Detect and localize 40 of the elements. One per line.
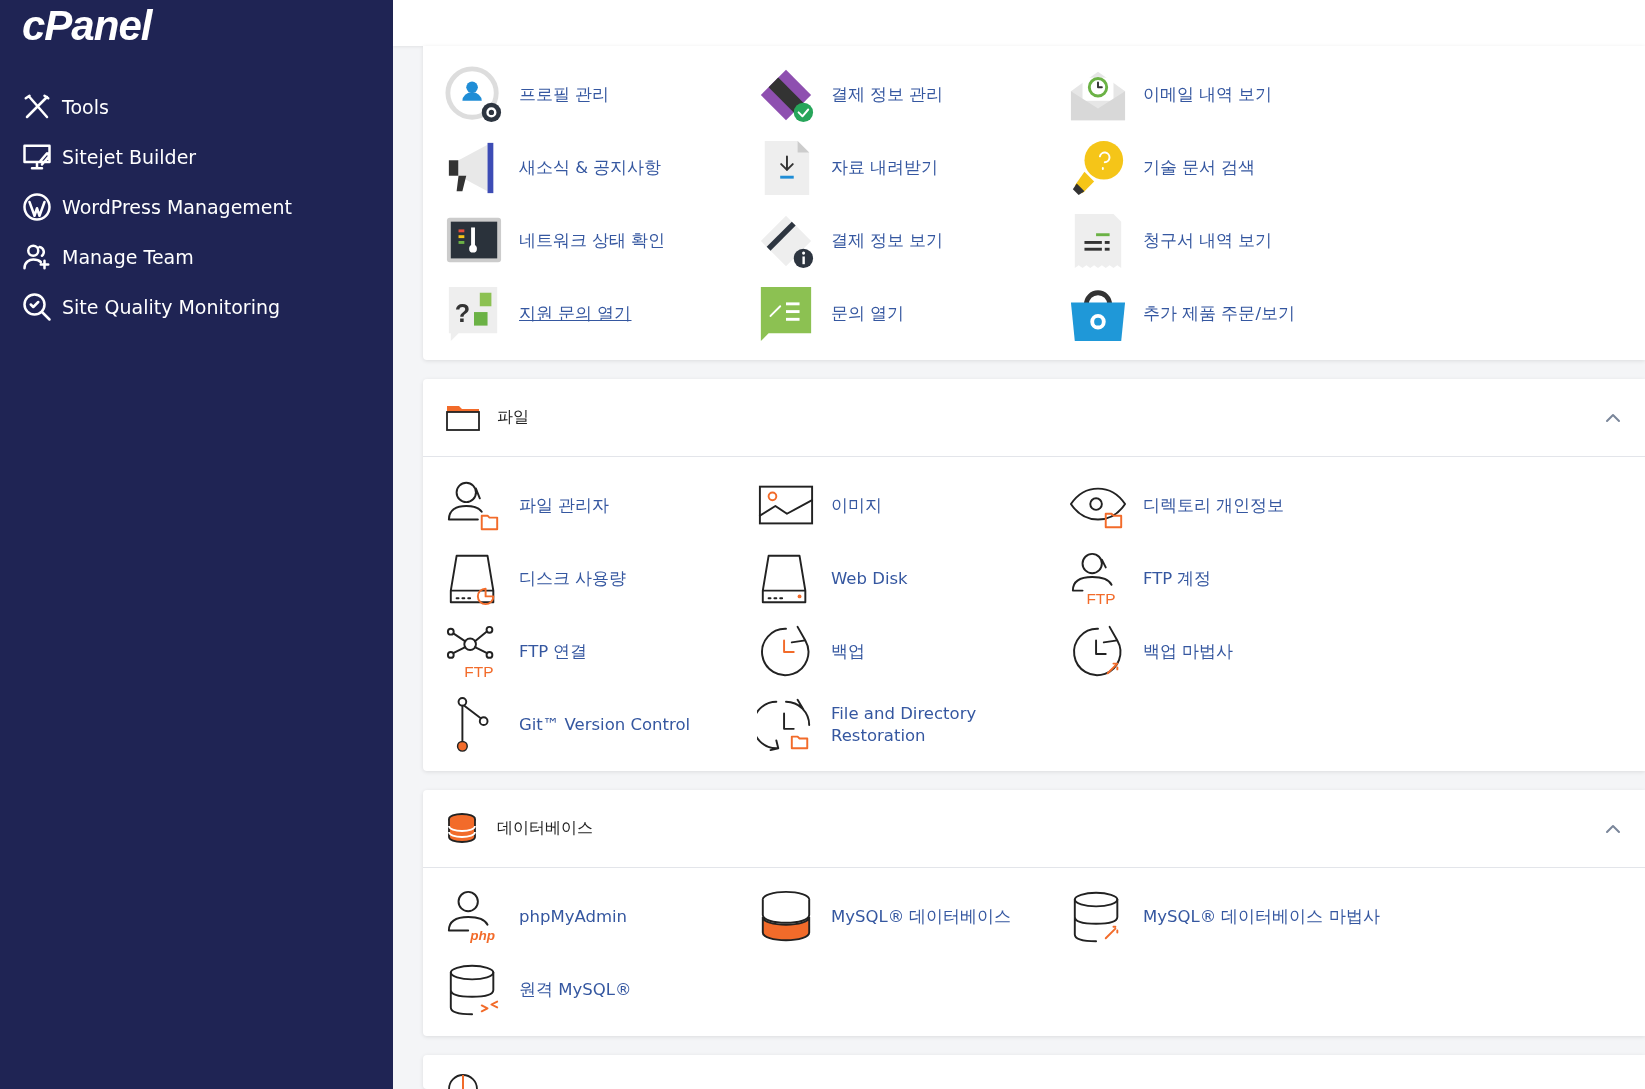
- tool-link[interactable]: 디스크 사용량: [445, 542, 757, 615]
- tool-link[interactable]: 파일 관리자: [445, 469, 757, 542]
- user-gear-icon: [445, 65, 503, 124]
- sidebar-item[interactable]: Sitejet Builder: [0, 132, 393, 182]
- tool-link[interactable]: 추가 제품 주문/보기: [1069, 277, 1381, 350]
- sidebar-item[interactable]: Site Quality Monitoring: [0, 282, 393, 332]
- tool-link[interactable]: File and Directory Restoration: [757, 688, 1069, 761]
- sidebar-item[interactable]: Manage Team: [0, 232, 393, 282]
- sidebar-item[interactable]: Tools: [0, 82, 393, 132]
- tool-link[interactable]: MySQL® 데이터베이스 마법사: [1069, 880, 1381, 953]
- sidebar-item[interactable]: WordPress Management: [0, 182, 393, 232]
- tool-link[interactable]: 백업 마법사: [1069, 615, 1381, 688]
- tool-link[interactable]: 프로필 관리: [445, 58, 757, 131]
- tool-link[interactable]: MySQL® 데이터베이스: [757, 880, 1069, 953]
- tool-link[interactable]: 백업: [757, 615, 1069, 688]
- magnifier-check-icon: [22, 292, 52, 322]
- tool-link[interactable]: php phpMyAdmin: [445, 880, 757, 953]
- tool-link[interactable]: 결제 정보 관리: [757, 58, 1069, 131]
- tool-link[interactable]: FTP FTP 계정: [1069, 542, 1381, 615]
- tool-link[interactable]: Git™ Version Control: [445, 688, 757, 761]
- tool-link[interactable]: FTP FTP 연결: [445, 615, 757, 688]
- tool-link[interactable]: 새소식 & 공지사항: [445, 131, 757, 204]
- tool-link[interactable]: 원격 MySQL®: [445, 953, 757, 1026]
- section-title: 데이터베이스: [497, 818, 594, 839]
- cpanel-logo[interactable]: cPanel: [22, 0, 152, 52]
- tool-link[interactable]: 자료 내려받기: [757, 131, 1069, 204]
- tool-link[interactable]: 디렉토리 개인정보: [1069, 469, 1381, 542]
- monitor-pencil-icon: [22, 142, 52, 172]
- tool-link[interactable]: 이메일 내역 보기: [1069, 58, 1381, 131]
- tool-link[interactable]: 결제 정보 보기: [757, 204, 1069, 277]
- section-title: 파일: [497, 407, 530, 428]
- tool-link[interactable]: 이미지: [757, 469, 1069, 542]
- tool-link[interactable]: 기술 문서 검색: [1069, 131, 1381, 204]
- tool-link[interactable]: Web Disk: [757, 542, 1069, 615]
- tool-link[interactable]: 문의 열기: [757, 277, 1069, 350]
- user-add-icon: [22, 242, 52, 272]
- tool-link[interactable]: 네트워크 상태 확인: [445, 204, 757, 277]
- wordpress-icon: [22, 192, 52, 222]
- tool-link[interactable]: 청구서 내역 보기: [1069, 204, 1381, 277]
- globe-icon: [445, 1071, 481, 1089]
